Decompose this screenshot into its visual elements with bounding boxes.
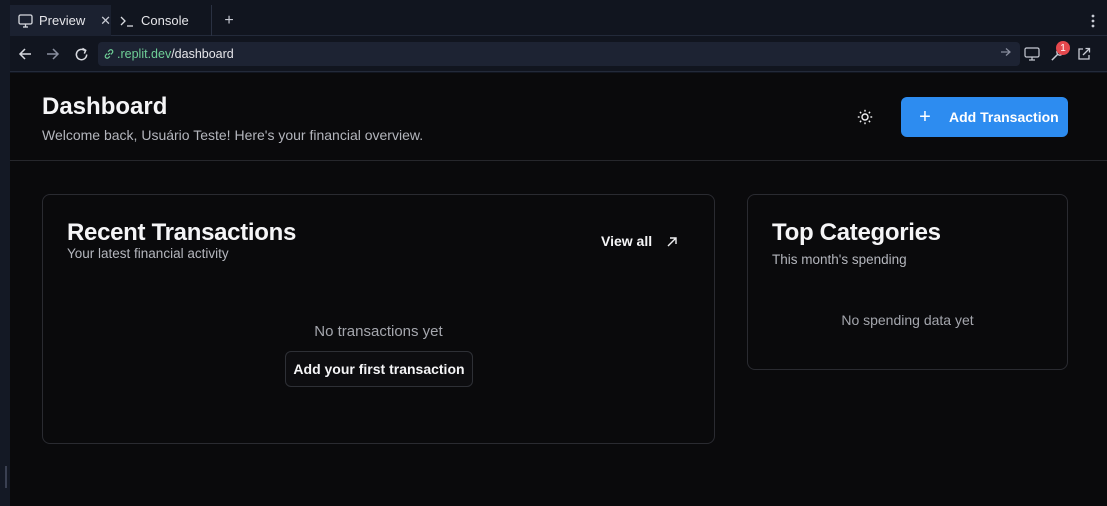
tab-console-label: Console bbox=[141, 13, 189, 28]
recent-transactions-subtitle: Your latest financial activity bbox=[67, 246, 229, 261]
open-external-icon[interactable] bbox=[1075, 45, 1093, 63]
add-first-transaction-button[interactable]: Add your first transaction bbox=[285, 351, 473, 387]
page-subtitle: Welcome back, Usuário Teste! Here's your… bbox=[42, 127, 424, 143]
page-title: Dashboard bbox=[42, 93, 168, 120]
add-transaction-label: Add Transaction bbox=[949, 109, 1059, 125]
more-vertical-icon[interactable] bbox=[1091, 5, 1095, 36]
terminal-icon bbox=[119, 13, 135, 29]
add-transaction-button[interactable]: + Add Transaction bbox=[901, 97, 1068, 137]
url-domain: .replit.dev bbox=[117, 47, 172, 61]
link-icon bbox=[103, 48, 115, 60]
recent-transactions-card: Recent Transactions Your latest financia… bbox=[42, 194, 715, 444]
top-categories-card: Top Categories This month's spending No … bbox=[747, 194, 1068, 370]
reload-icon[interactable] bbox=[72, 45, 90, 63]
view-all-label: View all bbox=[601, 233, 653, 249]
url-input[interactable]: .replit.dev/dashboard bbox=[98, 42, 1020, 66]
forward-arrow-icon[interactable] bbox=[44, 45, 62, 63]
device-preview-icon[interactable] bbox=[1023, 45, 1041, 63]
go-arrow-icon[interactable] bbox=[1000, 46, 1014, 60]
url-path: /dashboard bbox=[171, 47, 234, 61]
tab-preview[interactable]: Preview ✕ bbox=[10, 5, 111, 36]
address-bar-row: .replit.dev/dashboard bbox=[10, 37, 1107, 72]
top-categories-title: Top Categories bbox=[772, 219, 941, 246]
sun-icon[interactable] bbox=[854, 106, 876, 128]
recent-transactions-title: Recent Transactions bbox=[67, 219, 297, 246]
tab-bar: Preview ✕ Console + bbox=[10, 5, 1107, 36]
gutter-handle[interactable] bbox=[5, 466, 7, 488]
no-transactions-text: No transactions yet bbox=[314, 323, 443, 340]
left-gutter bbox=[0, 0, 10, 506]
close-icon[interactable]: ✕ bbox=[100, 13, 111, 29]
tab-preview-label: Preview bbox=[39, 13, 86, 28]
top-categories-subtitle: This month's spending bbox=[772, 252, 907, 267]
app-viewport: Dashboard Welcome back, Usuário Teste! H… bbox=[10, 73, 1107, 506]
no-spending-text: No spending data yet bbox=[841, 312, 974, 328]
notification-badge: 1 bbox=[1056, 41, 1070, 55]
plus-icon: + bbox=[919, 105, 931, 128]
back-arrow-icon[interactable] bbox=[16, 45, 34, 63]
arrow-up-right-icon bbox=[666, 235, 678, 247]
page-header: Dashboard Welcome back, Usuário Teste! H… bbox=[10, 73, 1107, 161]
monitor-icon bbox=[17, 13, 33, 29]
view-all-link[interactable]: View all bbox=[601, 233, 678, 249]
add-tab-icon[interactable]: + bbox=[220, 5, 238, 36]
tab-console[interactable]: Console bbox=[114, 5, 212, 36]
